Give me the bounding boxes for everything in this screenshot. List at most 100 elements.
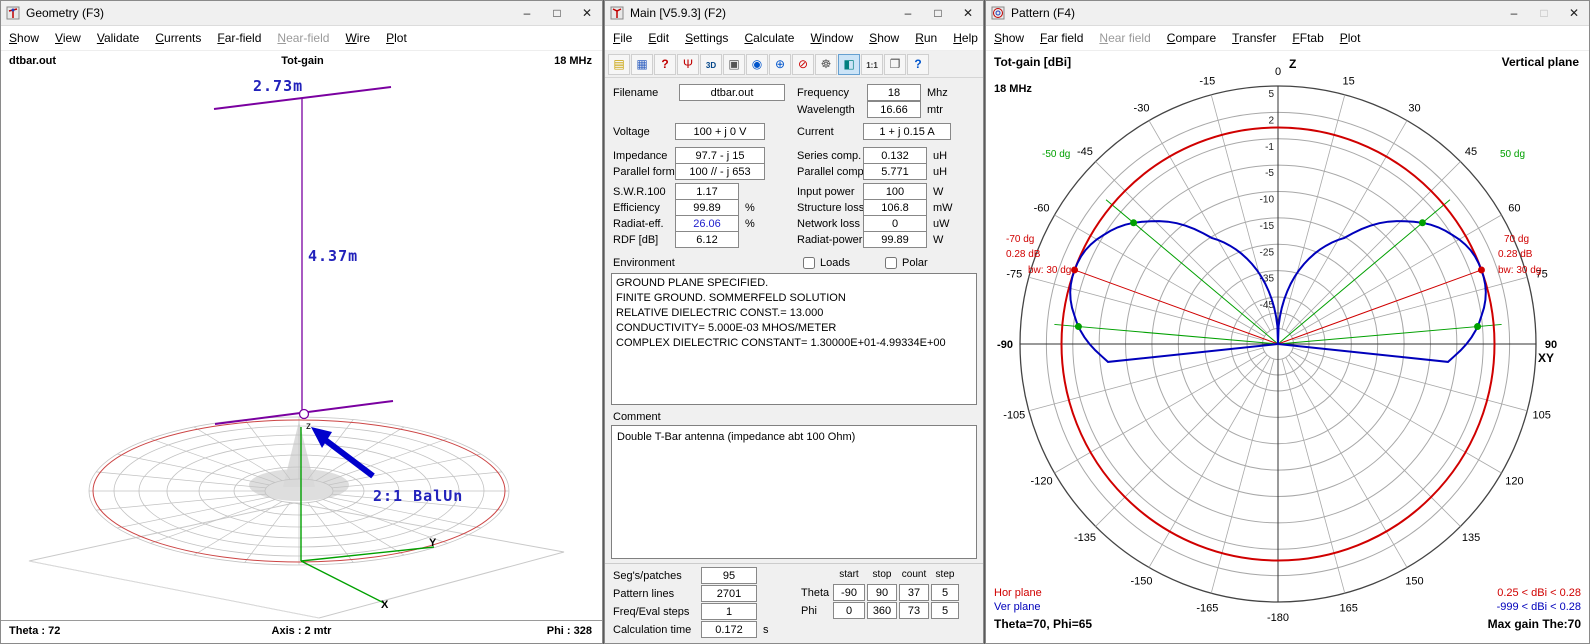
voltage-input[interactable] xyxy=(675,123,765,140)
menu-compare[interactable]: Compare xyxy=(1159,27,1224,49)
phi-stop-input[interactable] xyxy=(867,602,897,619)
frequency-label: Frequency xyxy=(797,87,849,99)
menu-far-field[interactable]: Far field xyxy=(1032,27,1091,49)
menu-run[interactable]: Run xyxy=(907,27,945,49)
radiat-power-label: Radiat-power xyxy=(797,234,862,246)
one-to-one-icon[interactable]: 1:1 xyxy=(861,54,883,75)
filename-input[interactable] xyxy=(679,84,785,101)
radiat-power-input[interactable] xyxy=(863,231,927,248)
maximize-button[interactable]: □ xyxy=(923,2,953,25)
parallel-form-input[interactable] xyxy=(675,163,765,180)
segs-input[interactable] xyxy=(701,567,757,584)
geometry-statusbar: Theta : 72 Axis : 2 mtr Phi : 328 xyxy=(1,620,602,643)
menu-file[interactable]: File xyxy=(605,27,640,49)
pattern-titlebar[interactable]: Pattern (F4) – □ ✕ xyxy=(986,1,1589,26)
series-comp-input[interactable] xyxy=(863,147,927,164)
close-button[interactable]: ✕ xyxy=(1559,2,1589,25)
menu-currents[interactable]: Currents xyxy=(147,27,209,49)
parallel-form-label: Parallel form xyxy=(613,166,675,178)
wavelength-input[interactable] xyxy=(867,101,921,118)
menu-window[interactable]: Window xyxy=(802,27,861,49)
question-icon[interactable]: ? xyxy=(654,54,676,75)
theta-step-input[interactable] xyxy=(931,584,959,601)
minimize-button[interactable]: – xyxy=(893,2,923,25)
menu-settings[interactable]: Settings xyxy=(677,27,736,49)
svg-text:-10: -10 xyxy=(1260,195,1275,206)
theta-stop-input[interactable] xyxy=(867,584,897,601)
close-button[interactable]: ✕ xyxy=(572,2,602,25)
rdf-input[interactable] xyxy=(675,231,739,248)
calc-time-input[interactable] xyxy=(701,621,757,638)
menu-show[interactable]: Show xyxy=(861,27,907,49)
maximize-button[interactable]: □ xyxy=(542,2,572,25)
menu-help[interactable]: Help xyxy=(945,27,986,49)
phi-step-input[interactable] xyxy=(931,602,959,619)
structure-loss-input[interactable] xyxy=(863,199,927,216)
menu-transfer[interactable]: Transfer xyxy=(1224,27,1284,49)
menu-plot[interactable]: Plot xyxy=(378,27,415,49)
frequency-unit: Mhz xyxy=(927,87,948,99)
efficiency-input[interactable] xyxy=(675,199,739,216)
globe-icon[interactable]: ⊕ xyxy=(769,54,791,75)
open-file-icon[interactable]: ▤ xyxy=(608,54,630,75)
save-icon[interactable]: ▦ xyxy=(631,54,653,75)
axis-y-label: Y xyxy=(429,537,436,549)
rdf-label: RDF [dB] xyxy=(613,234,658,246)
minimize-button[interactable]: – xyxy=(512,2,542,25)
menu-wire[interactable]: Wire xyxy=(337,27,378,49)
main-titlebar[interactable]: Main [V5.9.3] (F2) – □ ✕ xyxy=(605,1,983,26)
network-loss-input[interactable] xyxy=(863,215,927,232)
comment-box[interactable]: Double T-Bar antenna (impedance abt 100 … xyxy=(611,425,977,559)
radiat-eff-input[interactable] xyxy=(675,215,739,232)
svg-text:60: 60 xyxy=(1508,203,1520,215)
loads-checkbox[interactable] xyxy=(803,257,815,269)
annotation-right-angle: 50 dg xyxy=(1500,149,1525,160)
structure-loss-label: Structure loss xyxy=(797,202,864,214)
pattern-lines-input[interactable] xyxy=(701,585,757,602)
network-loss-label: Network loss xyxy=(797,218,860,230)
current-input[interactable] xyxy=(863,123,951,140)
gear-icon[interactable]: ☸ xyxy=(815,54,837,75)
current-label: Current xyxy=(797,126,834,138)
frequency-input[interactable] xyxy=(867,84,921,101)
calc-time-label: Calculation time xyxy=(613,624,691,636)
geometry-titlebar[interactable]: Geometry (F3) – □ ✕ xyxy=(1,1,602,26)
window-icon[interactable]: ❐ xyxy=(884,54,906,75)
voltage-label: Voltage xyxy=(613,126,650,138)
impedance-input[interactable] xyxy=(675,147,765,164)
menu-plot[interactable]: Plot xyxy=(1332,27,1369,49)
menu-view[interactable]: View xyxy=(47,27,89,49)
antenna-icon[interactable]: Ψ xyxy=(677,54,699,75)
structure-loss-unit: mW xyxy=(933,202,953,214)
freq-steps-input[interactable] xyxy=(701,603,757,620)
polar-checkbox[interactable] xyxy=(885,257,897,269)
geometry-3d-view[interactable] xyxy=(1,69,602,621)
menu-show[interactable]: Show xyxy=(1,27,47,49)
pattern-icon[interactable]: ◧ xyxy=(838,54,860,75)
menu-validate[interactable]: Validate xyxy=(89,27,148,49)
calculator-icon[interactable]: ▣ xyxy=(723,54,745,75)
swr-input[interactable] xyxy=(675,183,739,200)
menu-calculate[interactable]: Calculate xyxy=(736,27,802,49)
swr-label: S.W.R.100 xyxy=(613,186,666,198)
phi-count-input[interactable] xyxy=(899,602,929,619)
close-button[interactable]: ✕ xyxy=(953,2,983,25)
parallel-comp-input[interactable] xyxy=(863,163,927,180)
svg-text:-1: -1 xyxy=(1265,142,1274,153)
3d-view-icon[interactable]: 3D xyxy=(700,54,722,75)
menu-far-field[interactable]: Far-field xyxy=(209,27,269,49)
eye-icon[interactable]: ◉ xyxy=(746,54,768,75)
menu-edit[interactable]: Edit xyxy=(640,27,677,49)
theta-count-input[interactable] xyxy=(899,584,929,601)
phi-start-input[interactable] xyxy=(833,602,865,619)
input-power-input[interactable] xyxy=(863,183,927,200)
minimize-button[interactable]: – xyxy=(1499,2,1529,25)
polar-pattern-chart[interactable]: 52-1-5-10-15-25-35-450153045607590105120… xyxy=(986,49,1589,643)
menu-show[interactable]: Show xyxy=(986,27,1032,49)
theta-start-input[interactable] xyxy=(833,584,865,601)
polar-label: Polar xyxy=(902,257,928,269)
stop-icon[interactable]: ⊘ xyxy=(792,54,814,75)
efficiency-label: Efficiency xyxy=(613,202,660,214)
help-icon[interactable]: ? xyxy=(907,54,929,75)
menu-fftab[interactable]: FFtab xyxy=(1284,27,1331,49)
